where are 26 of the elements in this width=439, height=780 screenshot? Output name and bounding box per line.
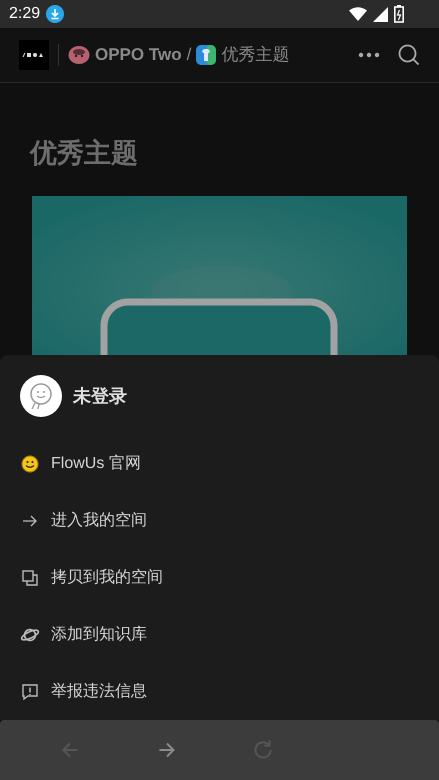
report-icon [21, 682, 39, 700]
menu-item[interactable]: 拷贝到我的空间 [20, 549, 420, 606]
planet-icon [20, 626, 40, 644]
logo-icon[interactable] [19, 40, 49, 70]
signal-icon [373, 6, 388, 22]
copy-icon [21, 568, 39, 586]
status-time: 2:29 [9, 4, 40, 24]
download-icon [46, 5, 64, 23]
more-icon[interactable] [358, 52, 380, 58]
battery-icon [394, 5, 404, 23]
avatar-icon [20, 375, 62, 417]
wifi-icon [349, 7, 367, 21]
menu-item[interactable]: 进入我的空间 [20, 492, 420, 549]
smiley-icon [21, 454, 39, 472]
breadcrumb-item[interactable]: 优秀主题 [221, 42, 290, 68]
workspace-icon [68, 45, 90, 65]
menu-item[interactable]: FlowUs 官网 [20, 435, 420, 492]
shirt-icon [196, 45, 216, 65]
menu-item[interactable]: 举报违法信息 [20, 663, 420, 720]
breadcrumb-item[interactable]: OPPO Two [95, 42, 182, 68]
user-name: 未登录 [73, 384, 127, 408]
arrow-icon [21, 514, 39, 528]
breadcrumb-separator: / [186, 44, 192, 66]
page-title: 优秀主题 [30, 137, 138, 170]
search-icon[interactable] [397, 43, 421, 67]
menu-item[interactable]: 添加到知识库 [20, 606, 420, 663]
